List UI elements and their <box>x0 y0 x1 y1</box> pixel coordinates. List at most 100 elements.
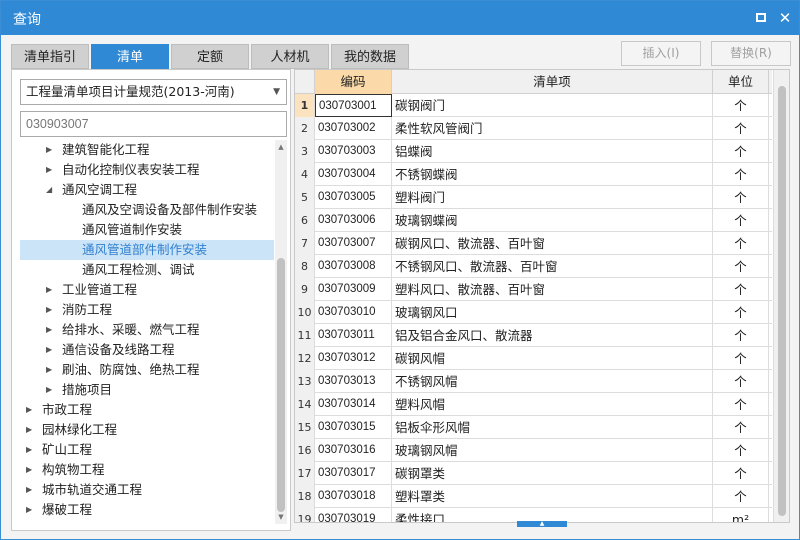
name-cell[interactable]: 玻璃钢风帽 <box>392 439 713 462</box>
row-number-cell[interactable]: 3 <box>295 140 315 163</box>
row-number-cell[interactable]: 10 <box>295 301 315 324</box>
name-cell[interactable]: 不锈钢风帽 <box>392 370 713 393</box>
tree-node[interactable]: 通风管道制作安装 <box>20 220 274 240</box>
table-row[interactable]: 13 030703013 不锈钢风帽个 <box>295 370 772 393</box>
row-number-cell[interactable]: 2 <box>295 117 315 140</box>
code-cell[interactable]: 030703012 <box>315 347 392 370</box>
unit-cell[interactable]: 个 <box>713 94 769 117</box>
row-number-cell[interactable]: 16 <box>295 439 315 462</box>
expand-arrow-icon[interactable]: ▶ <box>46 360 56 380</box>
unit-cell[interactable]: 个 <box>713 117 769 140</box>
tree-node[interactable]: 通风及空调设备及部件制作安装 <box>20 200 274 220</box>
code-cell[interactable]: 030703015 <box>315 416 392 439</box>
row-number-cell[interactable]: 4 <box>295 163 315 186</box>
tab-bill[interactable]: 清单 <box>91 44 169 69</box>
tab-bill-guide[interactable]: 清单指引 <box>11 44 89 69</box>
scroll-up-icon[interactable]: ▲ <box>275 140 287 154</box>
tree-node[interactable]: ▶ 自动化控制仪表安装工程 <box>20 160 274 180</box>
table-row[interactable]: 3 030703003 铝蝶阀个 <box>295 140 772 163</box>
expand-arrow-icon[interactable]: ▶ <box>26 440 36 460</box>
expand-arrow-icon[interactable]: ▶ <box>26 460 36 480</box>
name-cell[interactable]: 玻璃钢风口 <box>392 301 713 324</box>
code-column-header[interactable]: 编码 <box>315 70 392 94</box>
tab-my-data[interactable]: 我的数据 <box>331 44 409 69</box>
name-cell[interactable]: 碳钢风帽 <box>392 347 713 370</box>
grid-scroll-thumb[interactable] <box>778 86 786 516</box>
insert-button[interactable]: 插入(I) <box>621 41 701 66</box>
unit-cell[interactable]: 个 <box>713 416 769 439</box>
table-row[interactable]: 2 030703002 柔性软风管阀门个 <box>295 117 772 140</box>
row-number-cell[interactable]: 15 <box>295 416 315 439</box>
code-cell[interactable]: 030703007 <box>315 232 392 255</box>
table-row[interactable]: 17 030703017 碳钢罩类个 <box>295 462 772 485</box>
tree-node[interactable]: ▶ 消防工程 <box>20 300 274 320</box>
code-cell[interactable]: 030703010 <box>315 301 392 324</box>
table-row[interactable]: 18 030703018 塑料罩类个 <box>295 485 772 508</box>
row-number-cell[interactable]: 9 <box>295 278 315 301</box>
code-cell[interactable]: 030703013 <box>315 370 392 393</box>
unit-cell[interactable]: 个 <box>713 232 769 255</box>
tree-node[interactable]: 通风工程检测、调试 <box>20 260 274 280</box>
tree-node[interactable]: ▶ 市政工程 <box>20 400 274 420</box>
row-number-cell[interactable]: 18 <box>295 485 315 508</box>
code-cell[interactable]: 030703018 <box>315 485 392 508</box>
tree-node[interactable]: ▶ 建筑智能化工程 <box>20 140 274 160</box>
row-number-cell[interactable]: 8 <box>295 255 315 278</box>
expand-arrow-icon[interactable]: ▶ <box>46 380 56 400</box>
row-number-cell[interactable]: 17 <box>295 462 315 485</box>
row-number-cell[interactable]: 13 <box>295 370 315 393</box>
table-row[interactable]: 7 030703007 碳钢风口、散流器、百叶窗个 <box>295 232 772 255</box>
unit-cell[interactable]: 个 <box>713 186 769 209</box>
name-cell[interactable]: 碳钢罩类 <box>392 462 713 485</box>
name-cell[interactable]: 不锈钢蝶阀 <box>392 163 713 186</box>
unit-cell[interactable]: 个 <box>713 278 769 301</box>
table-row[interactable]: 9 030703009 塑料风口、散流器、百叶窗个 <box>295 278 772 301</box>
expand-arrow-icon[interactable]: ▶ <box>46 340 56 360</box>
tree-scrollbar[interactable]: ▲ ▼ <box>275 140 287 524</box>
collapse-arrow-icon[interactable]: ◢ <box>46 180 56 200</box>
name-cell[interactable]: 不锈钢风口、散流器、百叶窗 <box>392 255 713 278</box>
unit-cell[interactable]: 个 <box>713 163 769 186</box>
tree-node[interactable]: 通风管道部件制作安装 <box>20 240 274 260</box>
tree-node[interactable]: ▶ 措施项目 <box>20 380 274 400</box>
table-row[interactable]: 5 030703005 塑料阀门个 <box>295 186 772 209</box>
expand-arrow-icon[interactable]: ▶ <box>26 400 36 420</box>
expand-arrow-icon[interactable]: ▶ <box>46 300 56 320</box>
tree-node[interactable]: ▶ 刷油、防腐蚀、绝热工程 <box>20 360 274 380</box>
name-cell[interactable]: 铝板伞形风帽 <box>392 416 713 439</box>
unit-cell[interactable]: 个 <box>713 485 769 508</box>
name-cell[interactable]: 玻璃钢蝶阀 <box>392 209 713 232</box>
code-cell[interactable]: 030703003 <box>315 140 392 163</box>
unit-cell[interactable]: 个 <box>713 209 769 232</box>
replace-button[interactable]: 替换(R) <box>711 41 791 66</box>
code-cell[interactable]: 030703005 <box>315 186 392 209</box>
tree-node[interactable]: ▶ 给排水、采暖、燃气工程 <box>20 320 274 340</box>
name-cell[interactable]: 塑料风口、散流器、百叶窗 <box>392 278 713 301</box>
title-bar[interactable]: 查询 ✕ <box>1 1 799 35</box>
tree-scroll-thumb[interactable] <box>277 258 285 512</box>
row-number-cell[interactable]: 19 <box>295 508 315 522</box>
unit-cell[interactable]: 个 <box>713 255 769 278</box>
table-row[interactable]: 15 030703015 铝板伞形风帽个 <box>295 416 772 439</box>
search-input[interactable]: 030903007 <box>20 111 287 137</box>
tab-quota[interactable]: 定额 <box>171 44 249 69</box>
row-number-cell[interactable]: 5 <box>295 186 315 209</box>
name-cell[interactable]: 铝及铝合金风口、散流器 <box>392 324 713 347</box>
expand-arrow-icon[interactable]: ▶ <box>46 280 56 300</box>
table-row[interactable]: 6 030703006 玻璃钢蝶阀个 <box>295 209 772 232</box>
tree-node[interactable]: ▶ 矿山工程 <box>20 440 274 460</box>
unit-cell[interactable]: 个 <box>713 370 769 393</box>
code-cell[interactable]: 030703014 <box>315 393 392 416</box>
tree-node[interactable]: ▶ 园林绿化工程 <box>20 420 274 440</box>
code-cell[interactable]: 030703017 <box>315 462 392 485</box>
unit-cell[interactable]: 个 <box>713 140 769 163</box>
table-row[interactable]: 14 030703014 塑料风帽个 <box>295 393 772 416</box>
expand-arrow-icon[interactable]: ▶ <box>26 500 36 520</box>
table-row[interactable]: 1 030703001 碳钢阀门个 <box>295 94 772 117</box>
table-row[interactable]: 12 030703012 碳钢风帽个 <box>295 347 772 370</box>
table-row[interactable]: 11 030703011 铝及铝合金风口、散流器个 <box>295 324 772 347</box>
row-number-cell[interactable]: 6 <box>295 209 315 232</box>
grid-scrollbar[interactable] <box>773 70 789 522</box>
maximize-button[interactable] <box>751 8 771 28</box>
name-cell[interactable]: 塑料罩类 <box>392 485 713 508</box>
